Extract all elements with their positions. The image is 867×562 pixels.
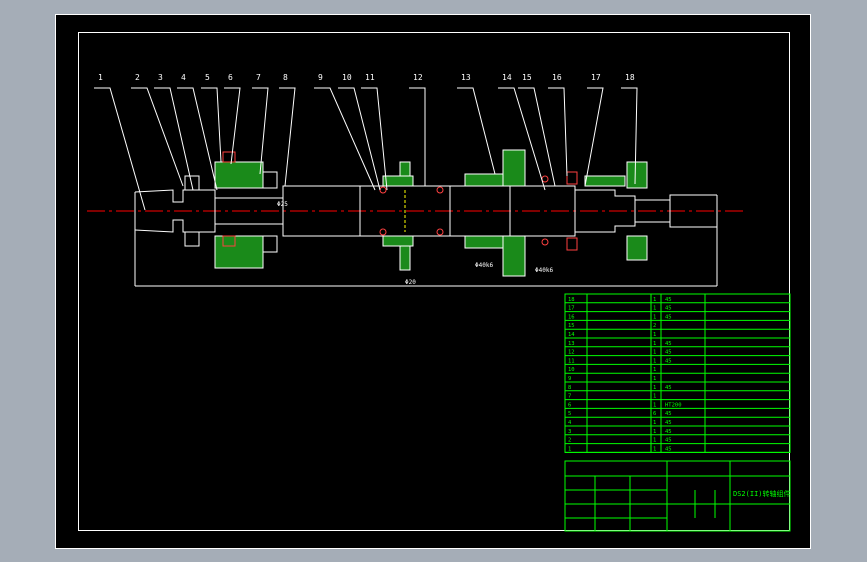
balloon-leader [457,87,496,175]
bom-quantity: 1 [653,314,656,320]
balloon-number: 13 [461,73,471,82]
middle-gear [379,161,444,271]
bom-item-number: 5 [568,411,571,417]
balloon-leader [584,87,604,187]
parts-list-table: 18 1 4517 1 4516 1 4515 214 113 1 4512 1 4511 1 4510 19… [564,293,791,453]
balloon-number: 5 [205,73,210,82]
bom-quantity: 1 [653,446,656,452]
bom-item-number: 15 [568,323,575,329]
balloon-leader [224,87,241,165]
bom-quantity: 1 [653,332,656,338]
balloon-leader [131,87,184,187]
bom-item-number: 9 [568,376,571,382]
bom-material: 45 [665,438,672,444]
dimension-label: Φ25 [277,201,288,208]
bom-item-number: 10 [568,367,575,373]
bom-material: HT200 [665,402,682,408]
bom-quantity: 1 [653,394,656,400]
bom-item-number: 12 [568,350,575,356]
balloon-leader [201,87,222,163]
balloon-number: 14 [502,73,512,82]
balloon-number: 9 [318,73,323,82]
bom-item-number: 3 [568,429,571,435]
balloon-leaders [94,87,638,211]
balloon-number: 1 [98,73,103,82]
balloon-number: 17 [591,73,601,82]
bom-material: 45 [665,411,672,417]
balloon-leader [177,87,218,191]
bom-item-number: 13 [568,341,575,347]
balloon-leader [409,87,426,186]
bom-quantity: 1 [653,420,656,426]
bom-material: 45 [665,358,672,364]
bom-item-number: 7 [568,394,571,400]
balloon-number: 7 [256,73,261,82]
bom-material: 45 [665,429,672,435]
balloon-leader [361,87,388,191]
bom-quantity: 1 [653,385,656,391]
bom-quantity: 1 [653,358,656,364]
bom-item-number: 6 [568,402,571,408]
bom-material: 45 [665,350,672,356]
bom-quantity: 1 [653,306,656,312]
bom-quantity: 1 [653,438,656,444]
bom-quantity: 1 [653,341,656,347]
left-hub [184,151,278,269]
balloon-labels: 1 2 3 4 5 6 7 8 9 10 11 12 13 14 15 16 17 18 [98,73,635,82]
balloon-number: 10 [342,73,352,82]
bom-item-number: 17 [568,306,575,312]
inner-frame [78,32,790,531]
balloon-number: 12 [413,73,423,82]
bom-quantity: 1 [653,376,656,382]
assembly-drawing: 1 2 3 4 5 6 7 8 9 10 11 12 13 14 15 16 17 18 Φ40k6 Φ40k6 … [55,14,811,549]
bom-item-number: 2 [568,438,571,444]
bom-quantity: 1 [653,350,656,356]
dimension-label: Φ20 [405,279,416,286]
right-gear [464,149,626,277]
bom-quantity: 1 [653,367,656,373]
bom-quantity: 1 [653,297,656,303]
bom-material: 45 [665,341,672,347]
balloon-leader [252,87,269,175]
balloon-number: 4 [181,73,186,82]
bom-item-number: 14 [568,332,575,338]
balloon-leader [314,87,376,191]
bom-quantity: 1 [653,429,656,435]
bom-material: 45 [665,314,672,320]
bom-item-number: 16 [568,314,575,320]
bom-quantity: 6 [653,411,656,417]
balloon-leader [154,87,194,191]
bom-item-number: 8 [568,385,571,391]
balloon-number: 15 [522,73,532,82]
bom-quantity: 1 [653,402,656,408]
bom-quantity: 2 [653,323,656,329]
balloon-number: 6 [228,73,233,82]
balloon-number: 2 [135,73,140,82]
dimension-label: Φ40k6 [475,262,493,269]
balloon-number: 3 [158,73,163,82]
bom-material: 45 [665,297,672,303]
balloon-leader [338,87,381,191]
bom-item-number: 18 [568,297,575,303]
balloon-number: 18 [625,73,635,82]
bom-item-number: 1 [568,446,571,452]
balloon-number: 8 [283,73,288,82]
dimension-label: Φ40k6 [535,267,553,274]
outer-frame [55,14,811,549]
drawing-sheet: 1 2 3 4 5 6 7 8 9 10 11 12 13 14 15 16 17 18 Φ40k6 Φ40k6 … [55,14,811,549]
balloon-leader [279,87,296,187]
bom-item-number: 4 [568,420,572,426]
bom-material: 45 [665,385,672,391]
bom-item-number: 11 [568,358,575,364]
balloon-number: 16 [552,73,562,82]
bom-material: 45 [665,420,672,426]
balloon-leader [548,87,568,177]
balloon-number: 11 [365,73,375,82]
bom-material: 45 [665,306,672,312]
drawing-title: DS2(II)转轴组件 [733,489,791,498]
bom-material: 45 [665,446,672,452]
